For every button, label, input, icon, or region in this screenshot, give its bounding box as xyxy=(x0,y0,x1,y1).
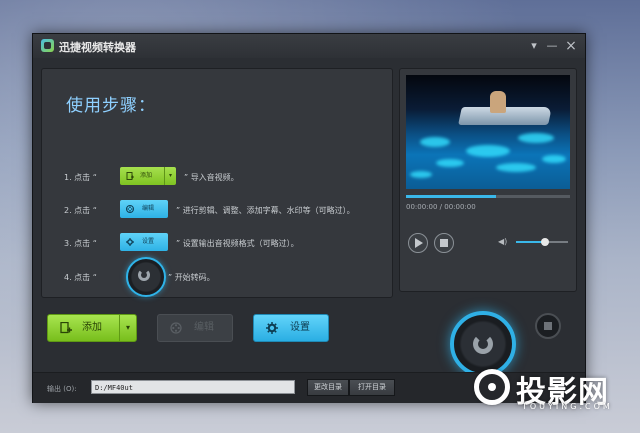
volume-slider[interactable] xyxy=(516,238,568,246)
watermark-logo-icon xyxy=(474,369,510,405)
title-bar: 迅捷视频转换器 ▾ — × xyxy=(33,34,585,58)
step-settings-button-illustration: 设置 xyxy=(120,233,168,251)
preview-panel: 00:00:00 / 00:00:00 ◀) xyxy=(399,68,577,292)
change-directory-button[interactable]: 更改目录 xyxy=(307,379,349,396)
output-path-field[interactable]: D:/MF40ut xyxy=(91,380,295,394)
playback-time: 00:00:00 / 00:00:00 xyxy=(406,203,476,211)
volume-icon[interactable]: ◀) xyxy=(498,238,507,246)
step-edit-button-illustration: 编辑 xyxy=(120,200,168,218)
stop-icon xyxy=(440,239,448,247)
step-settings-label: 设置 xyxy=(142,238,155,245)
app-logo-icon xyxy=(41,39,54,52)
step-add-button-illustration: 添加 ▾ xyxy=(120,167,176,185)
watermark-url: TOUYING.COM xyxy=(522,402,613,411)
video-glow xyxy=(410,171,432,178)
step-4-prefix: 4. 点击 “ xyxy=(64,273,97,282)
video-preview xyxy=(406,75,570,189)
video-glow xyxy=(518,133,554,143)
usage-steps-panel: 使用步骤： 1. 点击 “ 添加 ▾ ” 导入音视频。 2. 点击 “ 编辑 ”… xyxy=(41,68,393,298)
step-edit-label: 编辑 xyxy=(142,205,155,212)
add-file-icon xyxy=(60,322,72,334)
video-glow xyxy=(466,145,510,157)
step-4-description: ” 开始转码。 xyxy=(168,273,215,282)
settings-button[interactable]: 设置 xyxy=(253,314,329,342)
video-glow xyxy=(496,163,536,172)
stop-icon xyxy=(544,322,552,330)
stop-playback-button[interactable] xyxy=(434,233,454,253)
gear-icon xyxy=(266,322,278,334)
menu-dropdown-icon[interactable]: ▾ xyxy=(526,38,542,54)
play-icon xyxy=(415,238,423,248)
step-2-description: ” 进行剪辑、调整、添加字幕、水印等（可略过）。 xyxy=(176,206,355,215)
film-reel-icon xyxy=(126,205,134,213)
step-2-prefix: 2. 点击 “ xyxy=(64,206,97,215)
close-button[interactable]: × xyxy=(563,38,579,54)
step-1-prefix: 1. 点击 “ xyxy=(64,173,97,182)
volume-slider-knob[interactable] xyxy=(540,238,549,246)
step-1-description: ” 导入音视频。 xyxy=(184,173,239,182)
minimize-button[interactable]: — xyxy=(544,38,560,54)
app-window: 迅捷视频转换器 ▾ — × 使用步骤： 1. 点击 “ 添加 ▾ ” 导入音视频… xyxy=(32,33,586,403)
output-label: 输出 (O): xyxy=(47,385,77,393)
video-glow xyxy=(420,137,450,147)
video-glow xyxy=(436,159,464,167)
add-dropdown-chevron-icon[interactable]: ▾ xyxy=(119,315,136,341)
site-watermark: 投影网 TOUYING.COM xyxy=(470,366,636,418)
add-button-label: 添加 xyxy=(82,322,102,333)
open-directory-button[interactable]: 打开目录 xyxy=(349,379,395,396)
step-add-label: 添加 xyxy=(140,172,153,179)
step-3-prefix: 3. 点击 “ xyxy=(64,239,97,248)
playback-progress-fill xyxy=(406,195,497,198)
step-3-description: ” 设置输出音视频格式（可略过）。 xyxy=(176,239,299,248)
app-title: 迅捷视频转换器 xyxy=(59,41,136,54)
refresh-icon xyxy=(473,334,493,354)
chevron-down-icon: ▾ xyxy=(164,167,176,185)
film-reel-icon xyxy=(170,322,182,334)
play-button[interactable] xyxy=(408,233,428,253)
edit-button-label: 编辑 xyxy=(194,322,214,333)
video-figure xyxy=(490,91,506,113)
add-file-button[interactable]: 添加 ▾ xyxy=(47,314,137,342)
edit-button[interactable]: 编辑 xyxy=(157,314,233,342)
step-convert-button-illustration xyxy=(126,257,166,297)
gear-icon xyxy=(126,238,134,246)
refresh-icon xyxy=(138,269,150,281)
steps-title: 使用步骤： xyxy=(66,96,156,116)
stop-convert-button[interactable] xyxy=(535,313,561,339)
settings-button-label: 设置 xyxy=(290,322,310,333)
playback-progress-bar[interactable] xyxy=(406,195,570,198)
video-glow xyxy=(542,155,566,163)
add-file-icon xyxy=(126,172,134,180)
